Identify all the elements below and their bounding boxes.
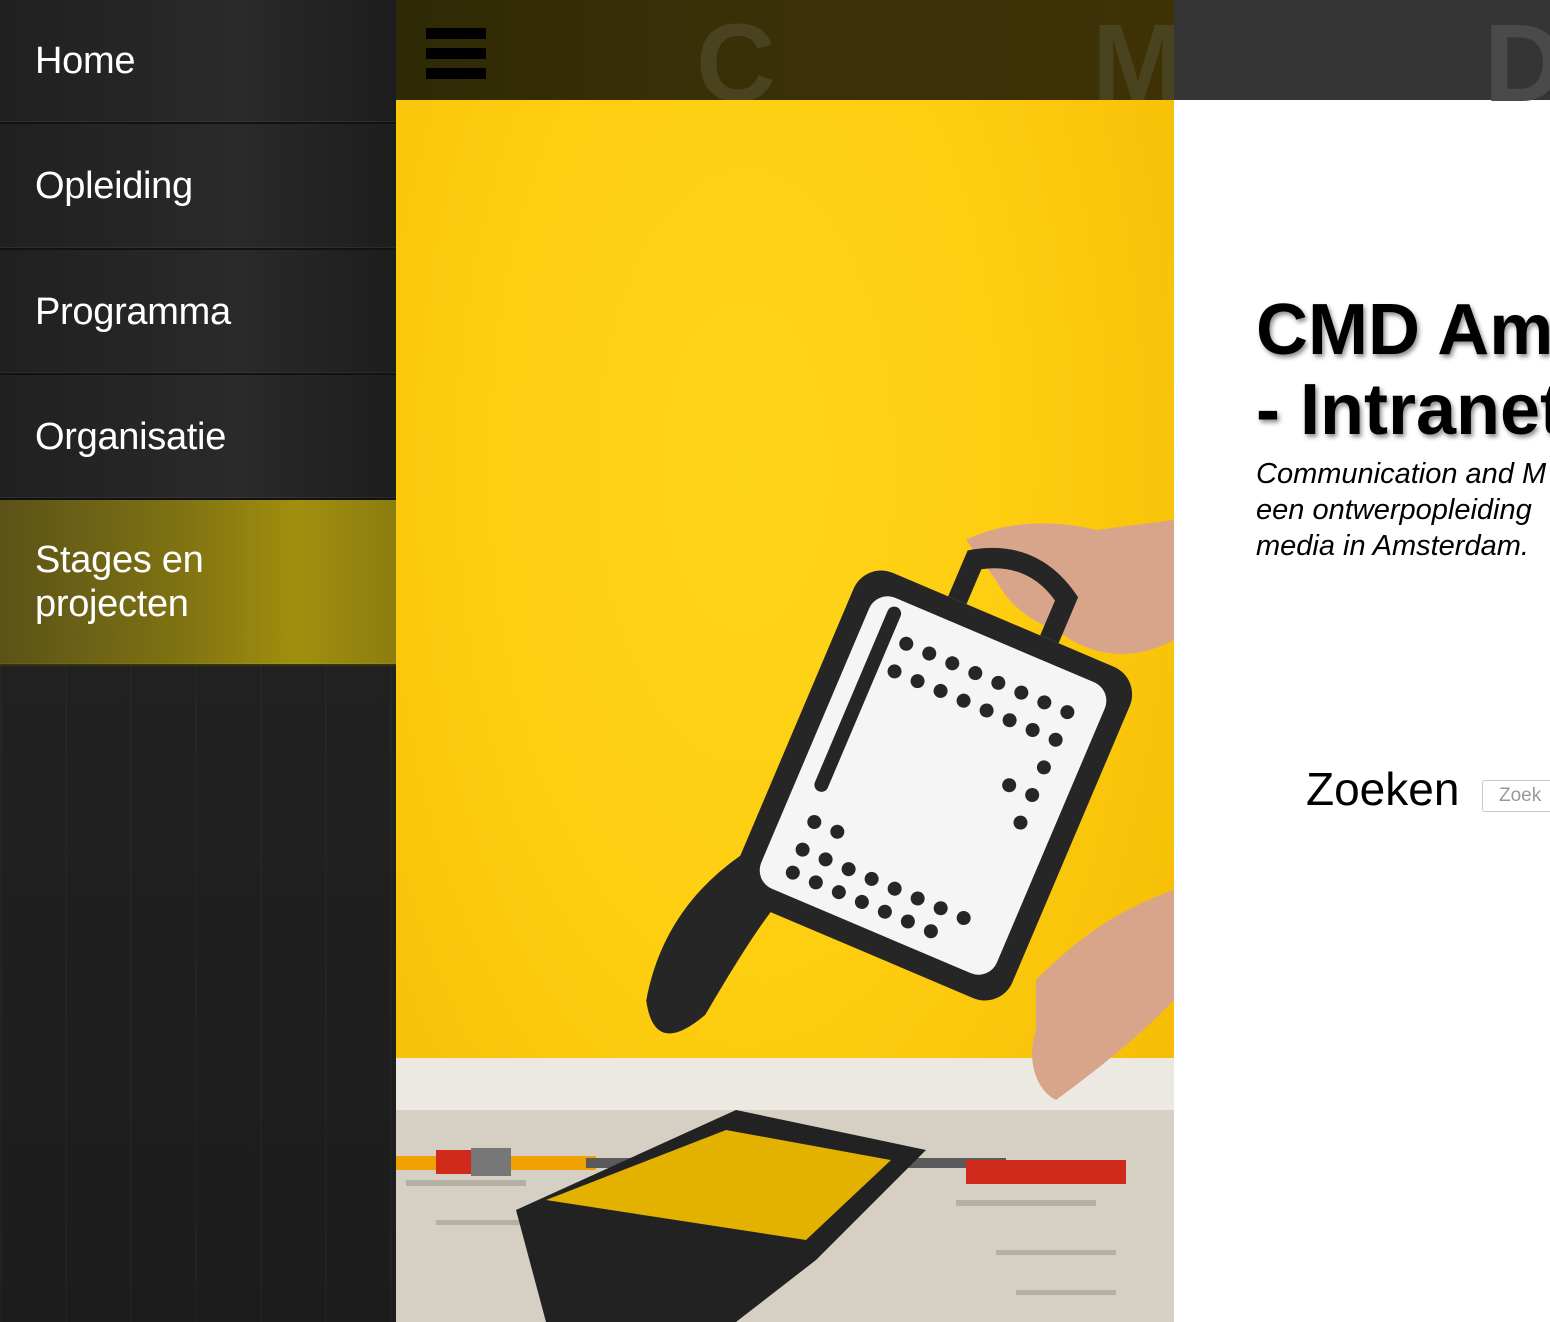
sidebar-nav: Home Opleiding Programma Organisatie Sta… <box>0 0 396 1322</box>
hero-image <box>396 100 1174 1322</box>
sidebar-item-opleiding[interactable]: Opleiding <box>0 124 396 250</box>
subtitle-line: media in Amsterdam. <box>1256 530 1529 562</box>
logo-letter-d: D <box>1484 2 1550 125</box>
sidebar-item-label: Opleiding <box>35 165 193 207</box>
paint-pot-illustration <box>396 520 1174 1322</box>
sidebar-item-organisatie[interactable]: Organisatie <box>0 375 396 500</box>
sidebar-item-label: Stages en projecten <box>35 539 204 625</box>
page-subtitle: Communication and M een ontwerpopleiding… <box>1256 456 1550 564</box>
page-title: CMD Am - Intranet <box>1256 290 1550 450</box>
logo-letter-m: M <box>1092 2 1174 125</box>
top-bar: C M <box>396 0 1174 119</box>
subtitle-line: Communication and M <box>1256 458 1547 490</box>
sidebar-item-programma[interactable]: Programma <box>0 250 396 375</box>
hero-panel: C M <box>396 0 1174 1322</box>
sidebar-item-stages-en-projecten[interactable]: Stages en projecten <box>0 500 396 666</box>
content-panel: D CMD Am - Intranet Communication and M … <box>1174 0 1550 1322</box>
search-input[interactable] <box>1482 780 1550 812</box>
top-bar-right: D <box>1174 0 1550 119</box>
menu-icon[interactable] <box>426 28 486 90</box>
sidebar-item-label: Programma <box>35 290 231 333</box>
page-title-line-1: CMD Am <box>1256 290 1550 370</box>
sidebar-item-label: Organisatie <box>35 415 227 458</box>
sidebar-item-label: Home <box>35 40 136 82</box>
subtitle-line: een ontwerpopleiding <box>1256 494 1532 526</box>
search-label: Zoeken <box>1306 763 1460 815</box>
page-title-line-2: - Intranet <box>1256 370 1550 450</box>
logo-letter-c: C <box>696 2 776 125</box>
sidebar-item-home[interactable]: Home <box>0 0 396 124</box>
